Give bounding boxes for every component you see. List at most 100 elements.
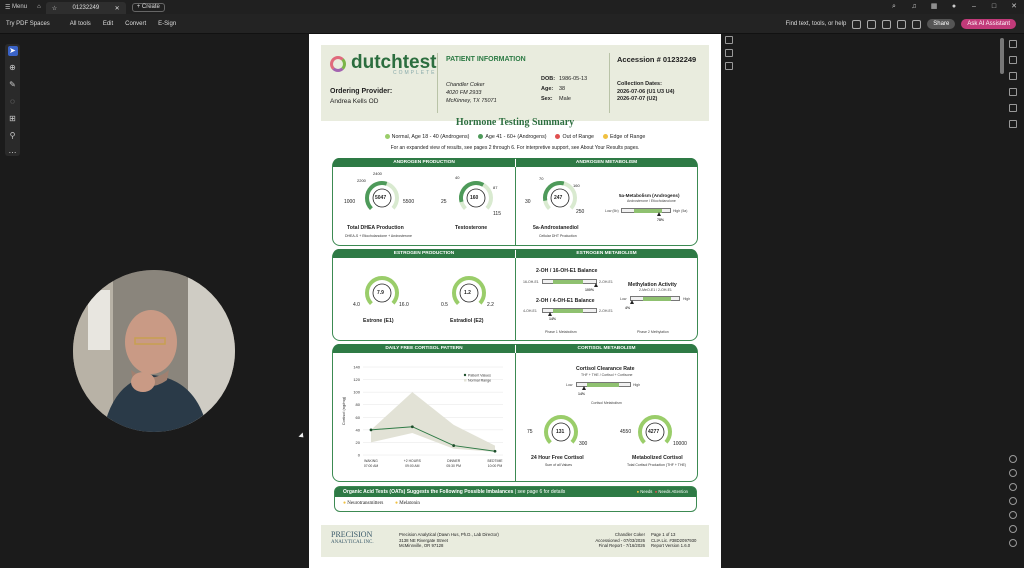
- androstanediol-value: 247: [554, 195, 563, 201]
- all-tools-button[interactable]: All tools: [64, 21, 97, 27]
- five-a-sub: Androsterone / Etiocholanolone: [627, 199, 676, 203]
- estrone-label: Estrone (E1): [363, 318, 394, 324]
- lasso-icon[interactable]: ◌: [8, 97, 18, 107]
- right-panel-tools: [1009, 40, 1017, 128]
- document-tab[interactable]: ☆ 01232249 ✕: [45, 2, 126, 14]
- print-icon[interactable]: [912, 19, 922, 29]
- search-icon[interactable]: ⌕: [884, 0, 904, 14]
- patient-header: dutchtest COMPLETE Ordering Provider: And…: [321, 45, 709, 121]
- ask-ai-button[interactable]: Ask AI Assistant: [961, 19, 1016, 29]
- tools-icon[interactable]: [867, 19, 877, 29]
- share-button[interactable]: Share: [927, 19, 956, 29]
- testosterone-max: 115: [493, 211, 501, 217]
- stamp-icon[interactable]: ⚲: [8, 131, 18, 141]
- scroll-up-icon[interactable]: [1009, 455, 1017, 463]
- layers-icon[interactable]: [1009, 56, 1017, 64]
- y-tick-label: 140: [353, 365, 360, 370]
- pages-icon[interactable]: [1009, 104, 1017, 112]
- estrogen-metabolism-title: ESTROGEN METABOLISM: [516, 249, 697, 258]
- clearance-title: Cortisol Clearance Rate: [576, 366, 635, 372]
- oh4-high: 2-OH-E1: [599, 309, 613, 313]
- thumbnails-icon[interactable]: [1009, 72, 1017, 80]
- link-icon[interactable]: [1009, 120, 1017, 128]
- close-icon[interactable]: ✕: [115, 5, 120, 12]
- pdf-page: dutchtest COMPLETE Ordering Provider: And…: [309, 34, 721, 568]
- zoom-in-icon[interactable]: [1009, 525, 1017, 533]
- bookmark-icon[interactable]: [882, 19, 892, 29]
- legend-item: Out of Range: [555, 134, 594, 140]
- divider: [437, 53, 438, 113]
- metabolized-cortisol-min: 4550: [620, 429, 632, 435]
- oh16-low: 16-OH-E1: [523, 280, 539, 284]
- pen-icon[interactable]: ✎: [8, 80, 18, 90]
- patient-value-point: [493, 449, 497, 453]
- window-controls: ⌕ ♫ ▦ ● – □ ✕: [884, 0, 1024, 14]
- legend-patient-label: Patient Values: [468, 374, 491, 378]
- oat-item-neurotransmitters: ● Neurotransmitters: [343, 501, 384, 506]
- delete-icon[interactable]: [725, 49, 733, 57]
- create-button[interactable]: + Create: [131, 2, 165, 12]
- testosterone-value: 160: [470, 195, 479, 201]
- rotate-icon[interactable]: [725, 36, 733, 44]
- pdf-spaces-button[interactable]: Try PDF Spaces: [0, 21, 56, 27]
- text-select-icon[interactable]: ⊞: [8, 114, 18, 124]
- methylation-sub: 2-MeO-E1 / 2-OH-E1: [639, 288, 672, 292]
- find-input[interactable]: Find text, tools, or help: [786, 21, 847, 27]
- androgen-metabolism-title: ANDROGEN METABOLISM: [516, 158, 697, 167]
- divider: [515, 258, 516, 340]
- metabolized-cortisol-value: 4277: [648, 429, 660, 435]
- dhea-sub: DHEA-S + Etiocholanolone + Androsterone: [345, 234, 412, 238]
- clearance-low: Low: [566, 383, 573, 387]
- clearance-bar: [576, 382, 631, 390]
- zoom-icon[interactable]: ⊕: [8, 63, 18, 73]
- home-icon[interactable]: ⌂: [32, 0, 46, 14]
- edit-button[interactable]: Edit: [97, 21, 119, 27]
- methylation-low: Low: [620, 297, 627, 301]
- comment-icon[interactable]: [1009, 40, 1017, 48]
- dob-field: DOB: 1986-05-13: [541, 76, 588, 82]
- more-icon[interactable]: ⋯: [8, 148, 18, 158]
- methylation-bar: [630, 296, 680, 304]
- androstanediol-t2: 160: [573, 183, 580, 188]
- avatar[interactable]: ●: [944, 0, 964, 14]
- cortisol-pattern-title: DAILY FREE CORTISOL PATTERN: [333, 344, 515, 353]
- minimize-icon[interactable]: –: [964, 0, 984, 14]
- apps-icon[interactable]: ▦: [924, 0, 944, 14]
- star-icon: ☆: [51, 5, 58, 12]
- scroll-down-icon[interactable]: [1009, 469, 1017, 477]
- mouse-cursor: [298, 432, 306, 440]
- upload-icon[interactable]: [897, 19, 907, 29]
- maximize-icon[interactable]: □: [984, 0, 1004, 14]
- y-tick-label: 20: [356, 440, 361, 445]
- zoom-out-icon[interactable]: [1009, 539, 1017, 547]
- vertical-scrollbar[interactable]: [1000, 38, 1004, 74]
- esign-button[interactable]: E-Sign: [152, 21, 182, 27]
- estrone-max: 16.0: [399, 302, 409, 308]
- five-a-bar: [621, 208, 671, 216]
- hand-icon[interactable]: [1009, 511, 1017, 519]
- divider: [515, 167, 516, 245]
- cortisol-chart: 0 20 40 60 80 100 120 140 Cortisol (ng/mg) WAKING…: [341, 365, 503, 469]
- select-cursor-icon[interactable]: ➤: [7, 46, 18, 56]
- refresh-icon[interactable]: [1009, 497, 1017, 505]
- testosterone-label: Testosterone: [455, 225, 488, 231]
- legend-item: Age 41 - 60+ (Androgens): [478, 134, 546, 140]
- extract-icon[interactable]: [725, 62, 733, 70]
- y-tick-label: 40: [356, 427, 361, 432]
- prev-page-icon[interactable]: [1009, 483, 1017, 491]
- attachments-icon[interactable]: [1009, 88, 1017, 96]
- menu-button[interactable]: ☰ Menu: [0, 0, 32, 14]
- age-field: Age: 38: [541, 86, 566, 92]
- bell-icon[interactable]: ♫: [904, 0, 924, 14]
- methylation-high: High: [683, 297, 691, 301]
- find-search-icon[interactable]: [852, 19, 862, 29]
- ordering-provider: Andrea Kells OD: [330, 98, 379, 105]
- dhea-value: 5047: [375, 195, 387, 201]
- window-close-icon[interactable]: ✕: [1004, 0, 1024, 14]
- oat-title: Organic Acid Tests (OATs) Suggests the F…: [335, 487, 696, 497]
- presenter-video-image: [73, 270, 235, 432]
- five-a-high: High (5a): [673, 209, 688, 213]
- bar-marker-icon: [630, 300, 635, 304]
- bar-marker-icon: [581, 386, 586, 390]
- convert-button[interactable]: Convert: [119, 21, 152, 27]
